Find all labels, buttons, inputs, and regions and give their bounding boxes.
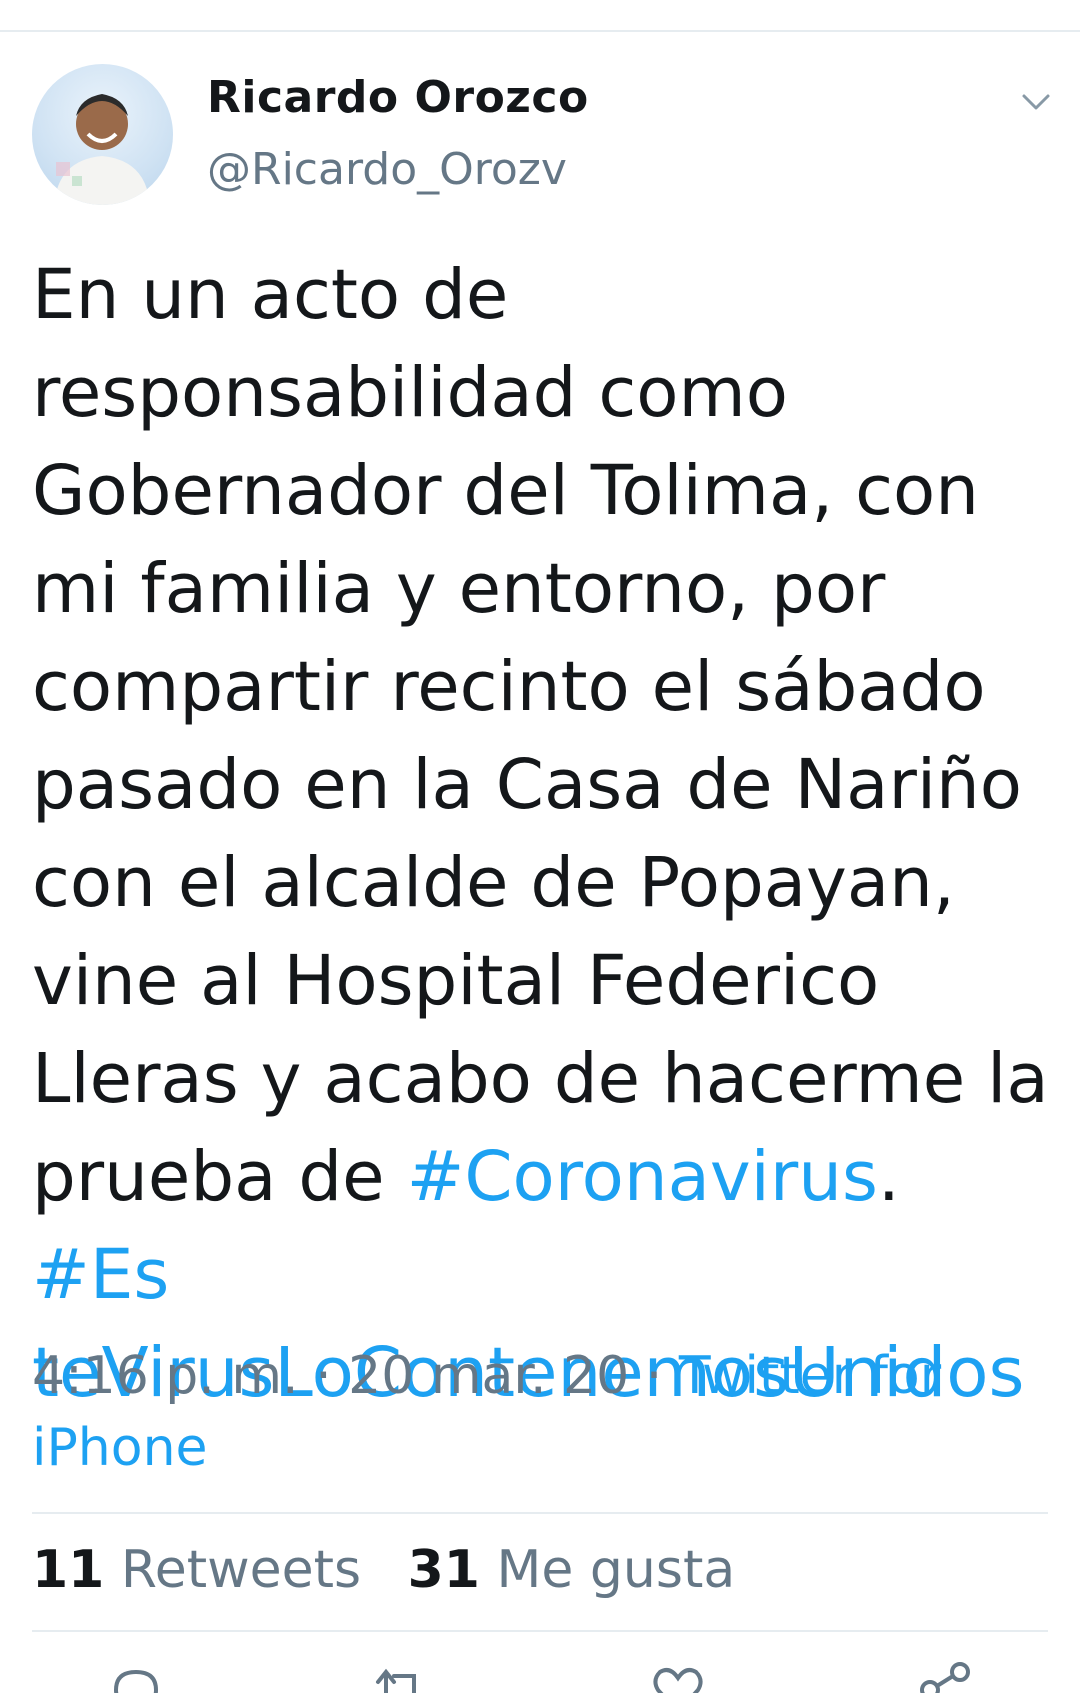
likes-label: Me gusta	[496, 1540, 736, 1600]
retweet-icon[interactable]	[370, 1660, 430, 1693]
stats-divider-bottom	[32, 1630, 1048, 1632]
chevron-down-icon[interactable]	[1020, 86, 1052, 118]
heart-icon[interactable]	[648, 1660, 708, 1693]
user-name[interactable]: Ricardo Orozco	[207, 72, 589, 123]
tweet-date: 20 mar. 20	[348, 1346, 630, 1406]
tweet-text: En un acto de responsabilidad como Gober…	[32, 246, 1052, 1422]
tweet-body: En un acto de responsabilidad como Gober…	[32, 255, 1049, 1217]
tweet-meta: 4:16 p. m. · 20 mar. 20 · Twitter for iPh…	[32, 1340, 1032, 1484]
tweet-stats: 11 Retweets 31 Me gusta	[32, 1540, 765, 1600]
likes-count: 31	[407, 1540, 480, 1600]
likes-stat[interactable]: 31 Me gusta	[408, 1540, 736, 1600]
retweets-label: Retweets	[120, 1540, 362, 1600]
user-handle[interactable]: @Ricardo_Orozv	[207, 144, 567, 195]
retweets-count: 11	[32, 1540, 105, 1600]
retweets-stat[interactable]: 11 Retweets	[32, 1540, 361, 1600]
action-bar	[0, 1660, 1080, 1693]
stats-divider-top	[32, 1512, 1048, 1514]
avatar[interactable]	[32, 64, 173, 205]
tweet-time: 4:16 p. m.	[32, 1346, 299, 1406]
hashtag-part-1: #Es	[32, 1235, 170, 1315]
meta-dot: ·	[298, 1346, 349, 1406]
source-line-2: iPhone	[32, 1418, 208, 1478]
hashtag-coronavirus[interactable]: #Coronavirus	[407, 1137, 878, 1217]
tweet-separator: .	[877, 1137, 900, 1217]
top-divider	[0, 30, 1080, 32]
reply-icon[interactable]	[106, 1660, 166, 1693]
source-line-1: Twitter for	[678, 1346, 942, 1406]
meta-dot: ·	[629, 1346, 679, 1406]
share-icon[interactable]	[916, 1660, 976, 1693]
